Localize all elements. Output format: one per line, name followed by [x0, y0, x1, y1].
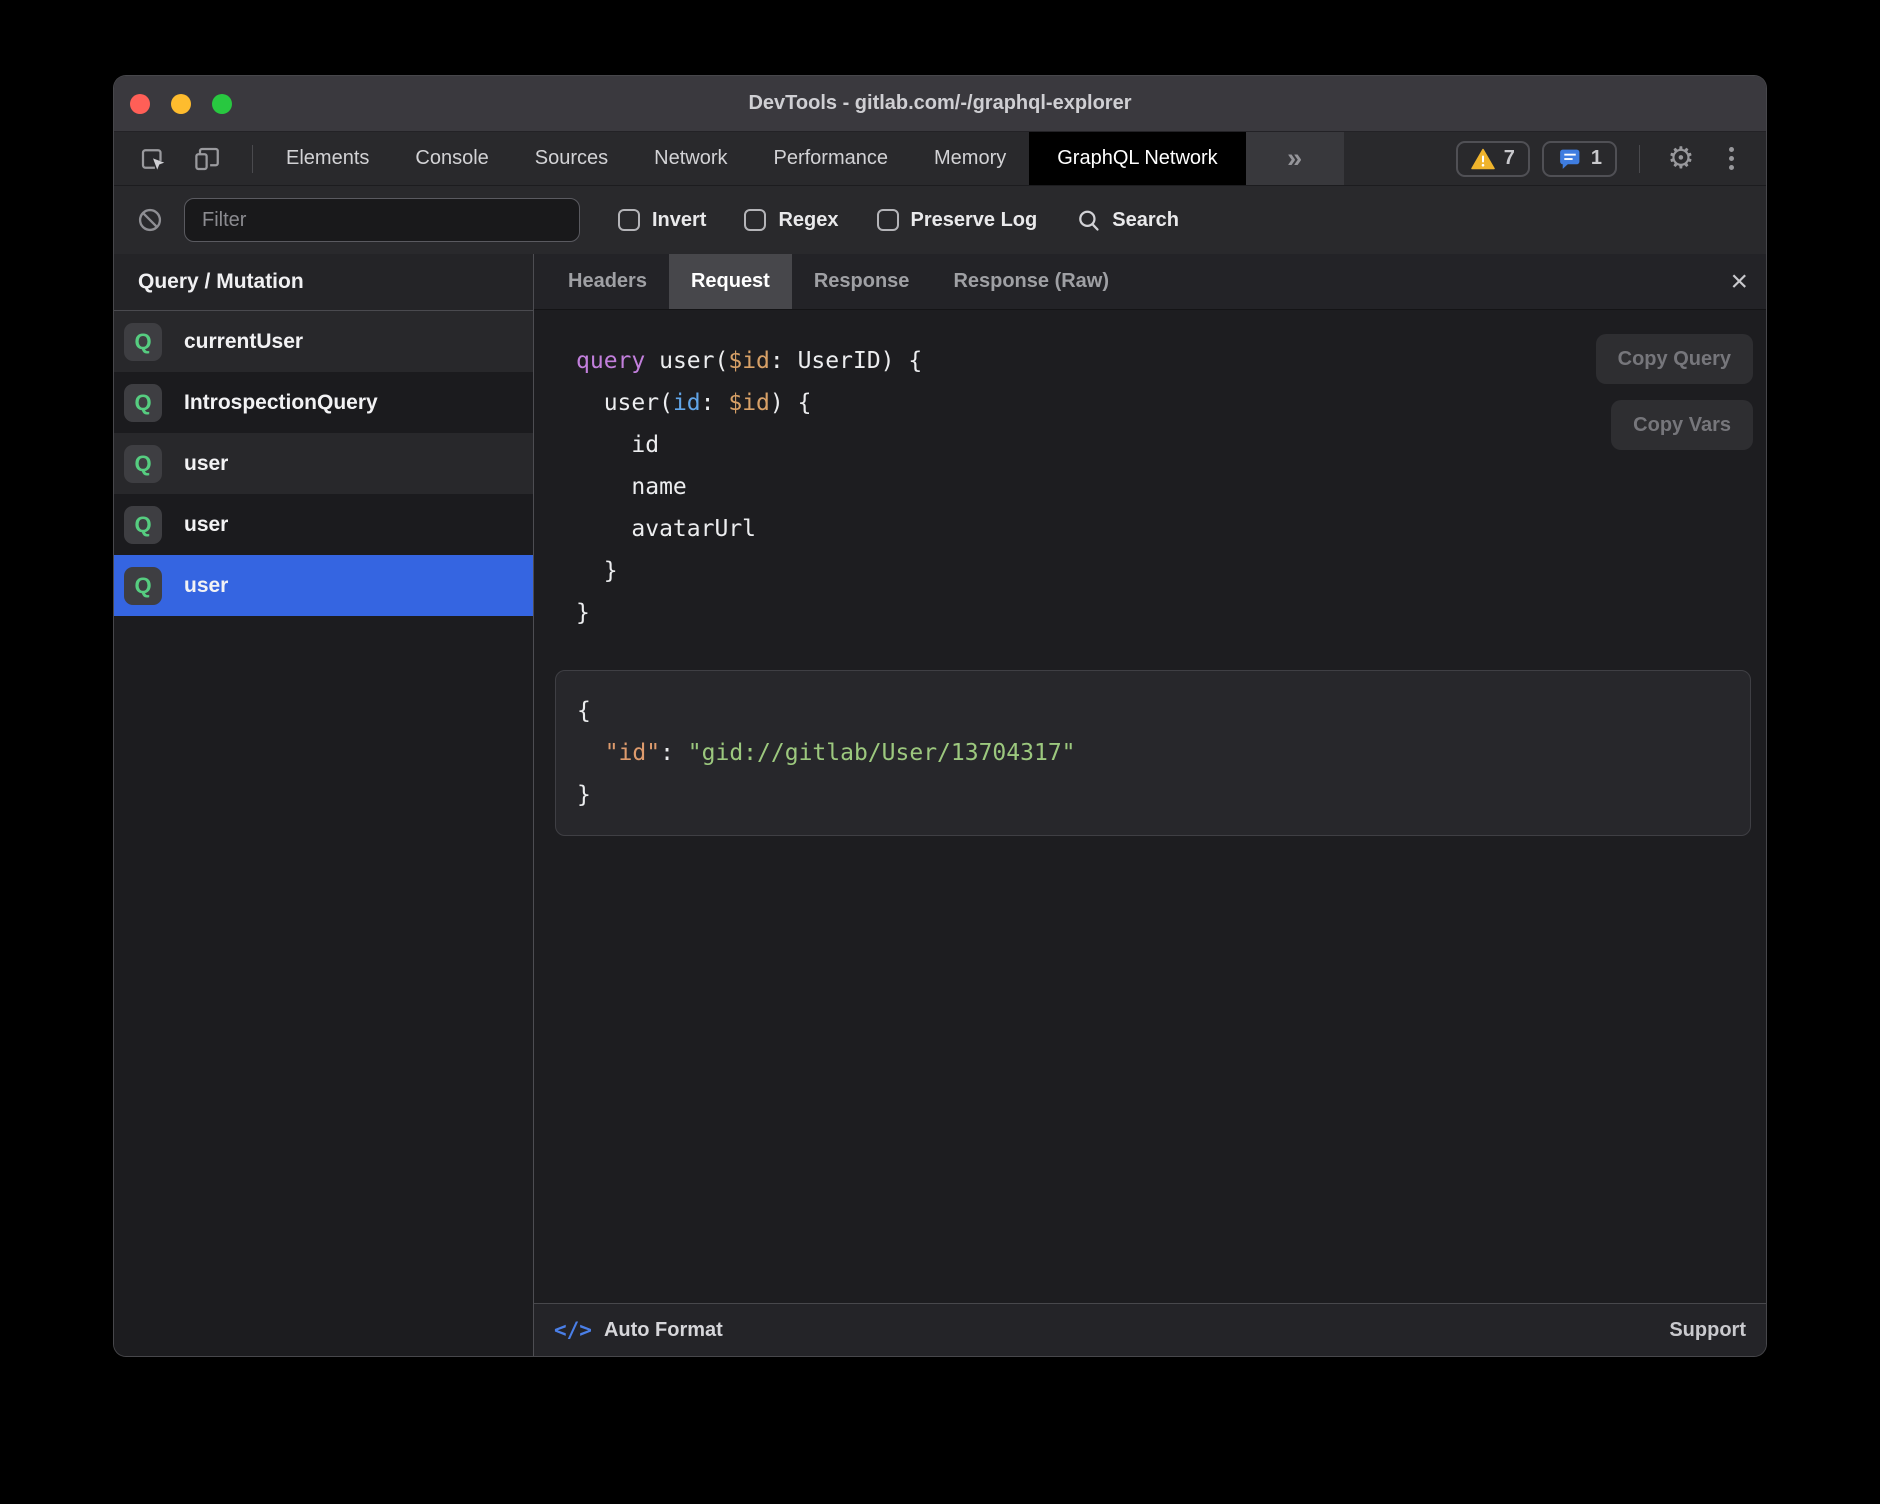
- settings-gear-icon[interactable]: ⚙: [1662, 140, 1700, 178]
- traffic-lights: [130, 76, 232, 131]
- more-options-icon[interactable]: [1712, 140, 1750, 178]
- issues-badge[interactable]: 1: [1542, 141, 1617, 177]
- more-tabs-button[interactable]: »: [1246, 132, 1344, 185]
- tab-performance[interactable]: Performance: [751, 132, 912, 185]
- tab-request[interactable]: Request: [669, 254, 792, 309]
- tab-console[interactable]: Console: [392, 132, 511, 185]
- query-type-badge: Q: [124, 506, 162, 544]
- regex-label: Regex: [778, 209, 838, 232]
- tab-response[interactable]: Response: [792, 254, 932, 309]
- filter-bar: Invert Regex Preserve Log Search: [114, 185, 1766, 254]
- title-bar: DevTools - gitlab.com/-/graphql-explorer: [114, 76, 1766, 132]
- auto-format-button[interactable]: Auto Format: [604, 1319, 723, 1342]
- toolbar-divider: [252, 145, 253, 173]
- search-icon: [1075, 207, 1102, 234]
- invert-label: Invert: [652, 209, 706, 232]
- list-item-user-3-selected[interactable]: Q user: [114, 555, 533, 616]
- tab-headers[interactable]: Headers: [546, 254, 669, 309]
- query-name: user: [184, 513, 228, 537]
- request-detail-panel: Headers Request Response Response (Raw) …: [534, 254, 1766, 1303]
- tab-sources[interactable]: Sources: [512, 132, 631, 185]
- request-body: query user($id: UserID) { user(id: $id) …: [534, 310, 1766, 1303]
- query-type-badge: Q: [124, 384, 162, 422]
- tab-elements[interactable]: Elements: [263, 132, 392, 185]
- query-name: IntrospectionQuery: [184, 391, 378, 415]
- invert-checkbox[interactable]: Invert: [618, 209, 706, 232]
- copy-vars-button[interactable]: Copy Vars: [1611, 400, 1753, 450]
- tab-response-raw[interactable]: Response (Raw): [931, 254, 1131, 309]
- minimize-window-button[interactable]: [171, 94, 191, 114]
- warning-icon: [1471, 148, 1495, 170]
- warning-count: 7: [1504, 147, 1515, 170]
- query-variables-box: { "id": "gid://gitlab/User/13704317"}: [555, 670, 1751, 836]
- query-type-badge: Q: [124, 445, 162, 483]
- tab-memory[interactable]: Memory: [911, 132, 1029, 185]
- warnings-badge[interactable]: 7: [1456, 141, 1530, 177]
- close-window-button[interactable]: [130, 94, 150, 114]
- query-list-header: Query / Mutation: [114, 254, 533, 311]
- close-icon[interactable]: ×: [1730, 254, 1748, 309]
- zoom-window-button[interactable]: [212, 94, 232, 114]
- code-brackets-icon: </>: [554, 1318, 592, 1342]
- search-label: Search: [1112, 209, 1179, 232]
- window-title: DevTools - gitlab.com/-/graphql-explorer: [748, 92, 1131, 115]
- list-item-currentuser[interactable]: Q currentUser: [114, 311, 533, 372]
- chat-icon: [1557, 146, 1582, 171]
- inspect-element-icon[interactable]: [134, 140, 172, 178]
- support-link[interactable]: Support: [1669, 1319, 1746, 1342]
- regex-checkbox[interactable]: Regex: [744, 209, 838, 232]
- list-item-introspectionquery[interactable]: Q IntrospectionQuery: [114, 372, 533, 433]
- badges-divider: [1639, 145, 1640, 173]
- clear-icon[interactable]: [136, 206, 164, 234]
- issues-count: 1: [1591, 147, 1602, 170]
- checkbox-icon[interactable]: [877, 209, 899, 231]
- tab-graphql-network[interactable]: GraphQL Network: [1029, 132, 1245, 185]
- preserve-log-checkbox[interactable]: Preserve Log: [877, 209, 1038, 232]
- query-name: user: [184, 452, 228, 476]
- list-item-user-2[interactable]: Q user: [114, 494, 533, 555]
- search-button[interactable]: Search: [1075, 207, 1179, 234]
- devtools-tabs: Elements Console Sources Network Perform…: [263, 132, 1344, 185]
- query-type-badge: Q: [124, 567, 162, 605]
- preserve-log-label: Preserve Log: [911, 209, 1038, 232]
- query-name: user: [184, 574, 228, 598]
- devtools-toolbar: Elements Console Sources Network Perform…: [114, 132, 1766, 185]
- query-list-panel: Query / Mutation Q currentUser Q Introsp…: [114, 254, 534, 1356]
- panel-footer: </> Auto Format Support: [534, 1303, 1766, 1356]
- query-name: currentUser: [184, 330, 303, 354]
- checkbox-icon[interactable]: [744, 209, 766, 231]
- list-item-user-1[interactable]: Q user: [114, 433, 533, 494]
- filter-input[interactable]: [184, 198, 580, 242]
- graphql-query-code: query user($id: UserID) { user(id: $id) …: [576, 340, 1751, 634]
- query-type-badge: Q: [124, 323, 162, 361]
- copy-query-button[interactable]: Copy Query: [1596, 334, 1753, 384]
- detail-tabs: Headers Request Response Response (Raw) …: [534, 254, 1766, 310]
- checkbox-icon[interactable]: [618, 209, 640, 231]
- devtools-window: DevTools - gitlab.com/-/graphql-explorer…: [114, 76, 1766, 1356]
- tab-network[interactable]: Network: [631, 132, 750, 185]
- device-toolbar-icon[interactable]: [188, 140, 226, 178]
